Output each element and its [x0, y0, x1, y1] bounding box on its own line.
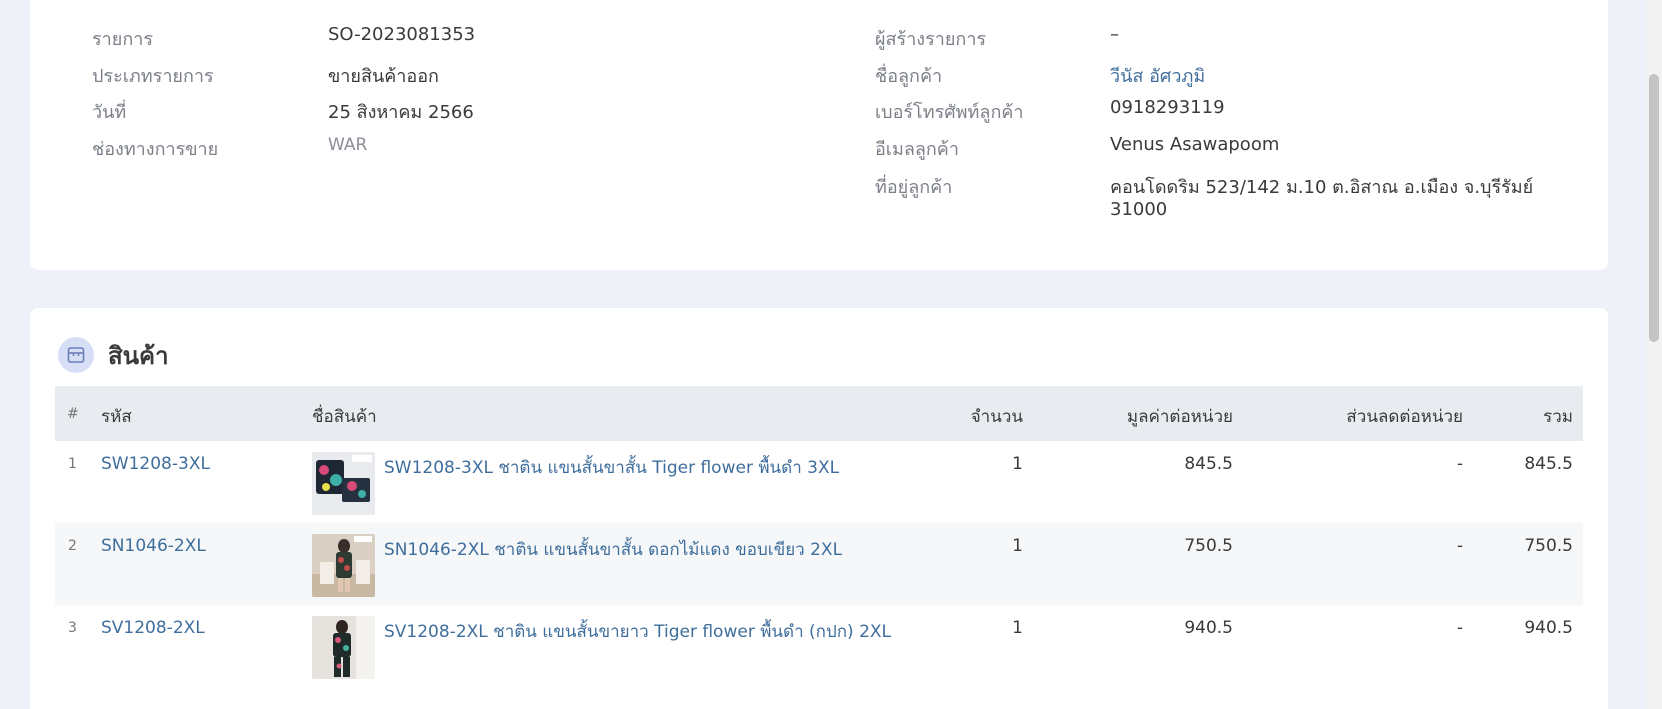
row-index: 1	[68, 456, 77, 472]
customer-address-line1: คอนโดดริม 523/142 ม.10 ต.อิสาณ อ.เมือง จ…	[1110, 177, 1534, 198]
row-index: 3	[68, 620, 77, 636]
creator-label: ผู้สร้างรายการ	[875, 29, 987, 50]
table-row: 3 SV1208-2XL SV1208-2XL ชาติน แขนสั้นขาย…	[55, 605, 1583, 687]
row-unit-discount: -	[1456, 618, 1463, 638]
order-number-value: SO-2023081353	[328, 24, 476, 45]
row-total: 750.5	[1524, 536, 1573, 556]
row-unit-discount: -	[1456, 454, 1463, 474]
table-row: 1 SW1208-3XL SW1208-3XL ชาติน แขนสั้นขาส…	[55, 441, 1583, 523]
products-table-header: # รหัส ชื่อสินค้า จำนวน มูลค่าต่อหน่วย ส…	[55, 386, 1583, 441]
product-code-link[interactable]: SV1208-2XL	[101, 618, 205, 638]
customer-email-label: อีเมลลูกค้า	[875, 139, 959, 160]
order-date-label: วันที่	[92, 102, 127, 123]
product-thumbnail[interactable]	[312, 452, 375, 515]
row-unit-price: 750.5	[1184, 536, 1233, 556]
product-name-link[interactable]: SW1208-3XL ชาติน แขนสั้นขาสั้น Tiger flo…	[384, 454, 839, 481]
scrollbar-thumb[interactable]	[1649, 74, 1659, 342]
col-name-header: ชื่อสินค้า	[312, 407, 377, 427]
row-unit-discount: -	[1456, 536, 1463, 556]
customer-name-link[interactable]: วีนัส อัศวภูมิ	[1110, 61, 1205, 90]
customer-address-label: ที่อยู่ลูกค้า	[875, 177, 953, 198]
customer-name-label: ชื่อลูกค้า	[875, 66, 943, 87]
col-qty-header: จำนวน	[970, 407, 1023, 427]
product-code-link[interactable]: SN1046-2XL	[101, 536, 206, 556]
product-thumbnail[interactable]	[312, 616, 375, 679]
col-unit-price-header: มูลค่าต่อหน่วย	[1126, 407, 1233, 427]
col-unit-discount-header: ส่วนลดต่อหน่วย	[1346, 407, 1463, 427]
row-qty: 1	[1012, 536, 1023, 556]
sales-channel-value: WAR	[328, 135, 368, 155]
customer-phone-value: 0918293119	[1110, 97, 1225, 118]
row-qty: 1	[1012, 454, 1023, 474]
order-date-value: 25 สิงหาคม 2566	[328, 102, 474, 123]
order-type-label: ประเภทรายการ	[92, 66, 214, 87]
sales-channel-label: ช่องทางการขาย	[92, 139, 219, 160]
customer-email-value: Venus Asawapoom	[1110, 134, 1280, 155]
products-section-title: สินค้า	[108, 342, 169, 370]
row-total: 845.5	[1524, 454, 1573, 474]
col-total-header: รวม	[1543, 407, 1573, 427]
creator-value: –	[1110, 24, 1119, 45]
table-row: 2 SN1046-2XL SN1046-2XL ชาติน แขนสั้นขาส…	[55, 523, 1583, 605]
product-name-link[interactable]: SN1046-2XL ชาติน แขนสั้นขาสั้น ดอกไม้แดง…	[384, 536, 842, 563]
product-thumbnail[interactable]	[312, 534, 375, 597]
col-index-header: #	[67, 406, 79, 422]
row-index: 2	[68, 538, 77, 554]
col-code-header: รหัส	[101, 407, 132, 427]
order-info-card: รายการ SO-2023081353 ประเภทรายการ ขายสิน…	[30, 0, 1608, 270]
page-scrollbar[interactable]	[1646, 0, 1662, 709]
products-card: สินค้า # รหัส ชื่อสินค้า จำนวน มูลค่าต่อ…	[30, 308, 1608, 709]
order-number-label: รายการ	[92, 29, 153, 50]
order-type-value: ขายสินค้าออก	[328, 66, 439, 87]
row-unit-price: 940.5	[1184, 618, 1233, 638]
customer-address-line2: 31000	[1110, 199, 1168, 220]
row-qty: 1	[1012, 618, 1023, 638]
box-icon	[58, 337, 94, 373]
row-total: 940.5	[1524, 618, 1573, 638]
customer-phone-label: เบอร์โทรศัพท์ลูกค้า	[875, 102, 1024, 123]
product-code-link[interactable]: SW1208-3XL	[101, 454, 210, 474]
row-unit-price: 845.5	[1184, 454, 1233, 474]
product-name-link[interactable]: SV1208-2XL ชาติน แขนสั้นขายาว Tiger flow…	[384, 618, 891, 645]
